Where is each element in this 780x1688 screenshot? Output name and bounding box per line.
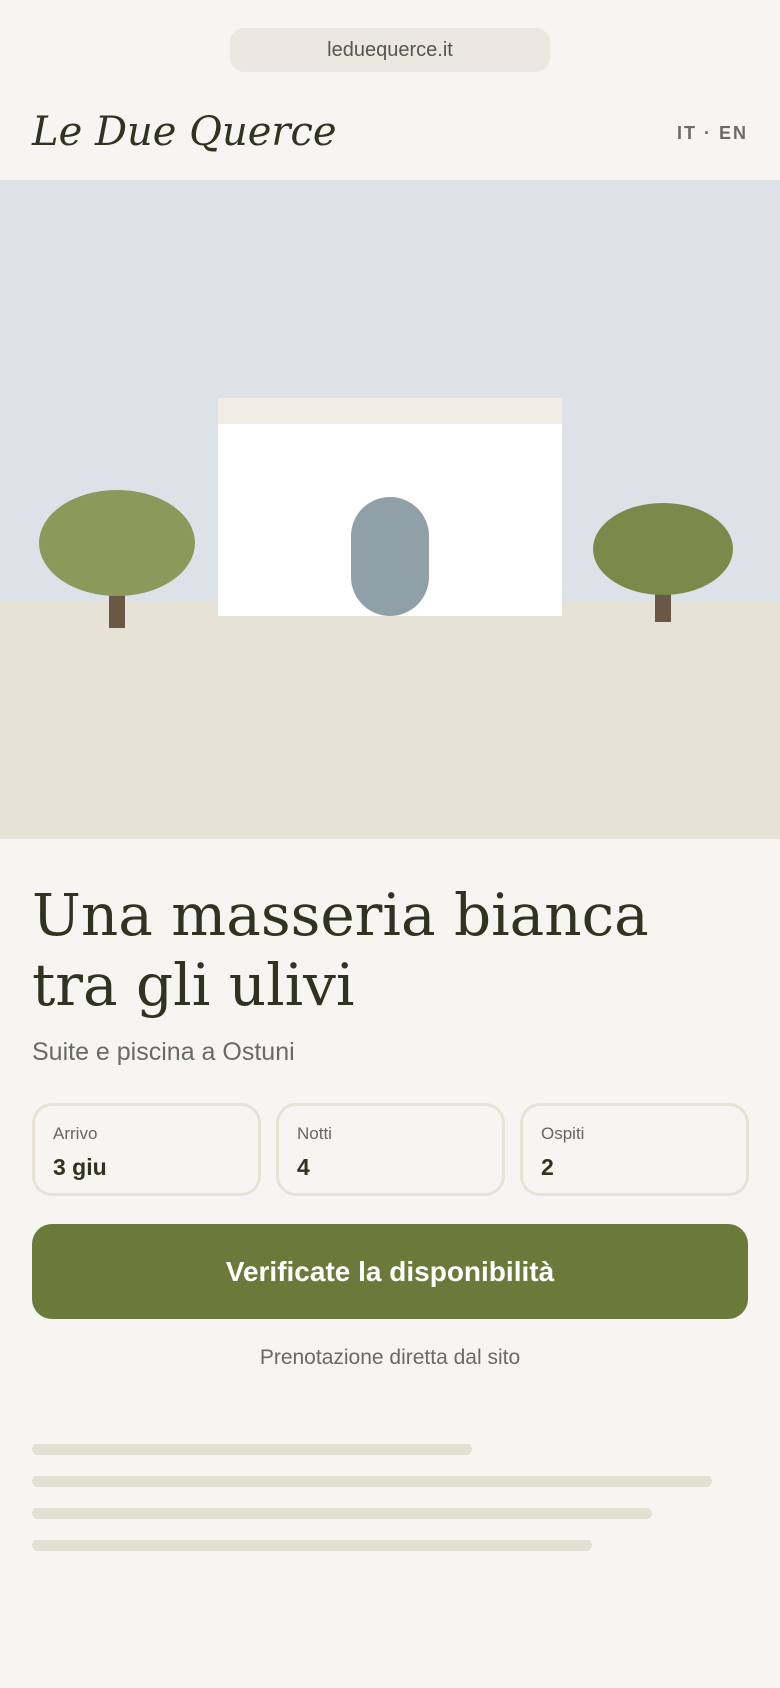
placeholder-line (32, 1476, 712, 1487)
page-subtitle: Suite e piscina a Ostuni (32, 1038, 295, 1066)
arrival-value: 3 giu (53, 1154, 107, 1180)
masseria-house (218, 398, 562, 616)
booking-fields: Arrivo 3 giu Notti 4 Ospiti 2 (32, 1103, 749, 1196)
language-switch[interactable]: IT · EN (677, 123, 748, 144)
guests-label: Ospiti (541, 1124, 585, 1143)
hero-ground (0, 602, 780, 839)
direct-booking-note: Prenotazione diretta dal sito (259, 1346, 521, 1369)
page-title-line2: tra gli ulivi (32, 951, 355, 1019)
url-bar[interactable]: leduequerce.it (230, 28, 550, 72)
house-door (351, 497, 429, 616)
page-title-line1: Una masseria bianca (32, 881, 649, 949)
check-availability-button[interactable]: Verificate la disponibilità (32, 1224, 748, 1319)
url-text: leduequerce.it (327, 38, 453, 61)
house-roof (218, 398, 562, 424)
brand-logo[interactable]: Le Due Querce (32, 104, 337, 160)
hero-illustration (0, 180, 780, 839)
placeholder-line (32, 1508, 652, 1519)
nights-field[interactable]: Notti 4 (276, 1103, 505, 1196)
nights-label: Notti (297, 1124, 332, 1143)
tree-left-icon (39, 490, 195, 596)
placeholder-line (32, 1540, 592, 1551)
page-title: Una masseria bianca tra gli ulivi (32, 880, 732, 1020)
guests-value: 2 (541, 1154, 554, 1180)
tree-right-icon (593, 503, 733, 595)
guests-field[interactable]: Ospiti 2 (520, 1103, 749, 1196)
arrival-label: Arrivo (53, 1124, 98, 1143)
nights-value: 4 (297, 1154, 310, 1180)
placeholder-line (32, 1444, 472, 1455)
arrival-field[interactable]: Arrivo 3 giu (32, 1103, 261, 1196)
